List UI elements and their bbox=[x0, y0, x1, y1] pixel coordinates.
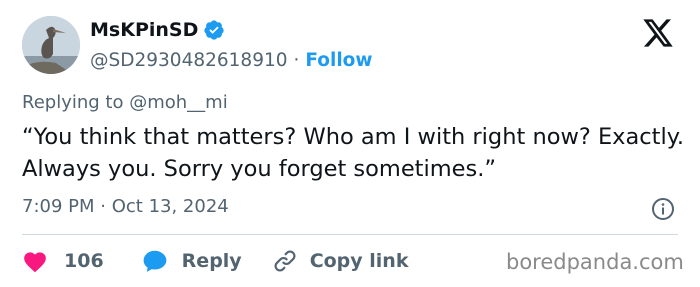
tweet-date: Oct 13, 2024 bbox=[111, 196, 229, 217]
reply-button[interactable]: Reply bbox=[142, 249, 242, 273]
reply-bubble-icon bbox=[143, 250, 167, 272]
timestamp-separator: · bbox=[100, 196, 106, 217]
x-logo-icon[interactable] bbox=[641, 18, 675, 48]
action-bar: 106 Reply Copy link bbox=[22, 247, 408, 275]
tweet-text: “You think that matters? Who am I with r… bbox=[22, 124, 684, 182]
display-name[interactable]: MsKPinSD bbox=[90, 19, 198, 41]
info-icon[interactable] bbox=[651, 197, 675, 221]
user-handle[interactable]: @SD2930482618910 bbox=[90, 50, 288, 71]
user-info: MsKPinSD @SD2930482618910 · Follow bbox=[90, 17, 373, 74]
copy-link-label: Copy link bbox=[309, 250, 409, 272]
avatar[interactable] bbox=[22, 16, 80, 74]
reply-label: Reply bbox=[181, 250, 242, 272]
tweet-timestamp[interactable]: 7:09 PM · Oct 13, 2024 bbox=[22, 196, 229, 217]
replying-to: Replying to @moh__mi bbox=[22, 92, 228, 113]
tweet-card: MsKPinSD @SD2930482618910 · Follow Reply… bbox=[0, 0, 700, 287]
like-button[interactable]: 106 bbox=[22, 249, 104, 273]
tweet-time: 7:09 PM bbox=[22, 196, 95, 217]
divider bbox=[22, 234, 678, 235]
replying-prefix: Replying to bbox=[22, 92, 124, 113]
follow-button[interactable]: Follow bbox=[305, 50, 372, 71]
link-icon bbox=[274, 250, 296, 272]
like-count: 106 bbox=[64, 250, 104, 272]
watermark: boredpanda.com bbox=[506, 250, 684, 274]
copy-link-button[interactable]: Copy link bbox=[272, 248, 409, 274]
heart-icon bbox=[24, 252, 46, 273]
verified-badge-icon bbox=[204, 20, 224, 40]
handle-separator: · bbox=[293, 49, 300, 71]
reply-mention-link[interactable]: @moh__mi bbox=[129, 92, 228, 113]
